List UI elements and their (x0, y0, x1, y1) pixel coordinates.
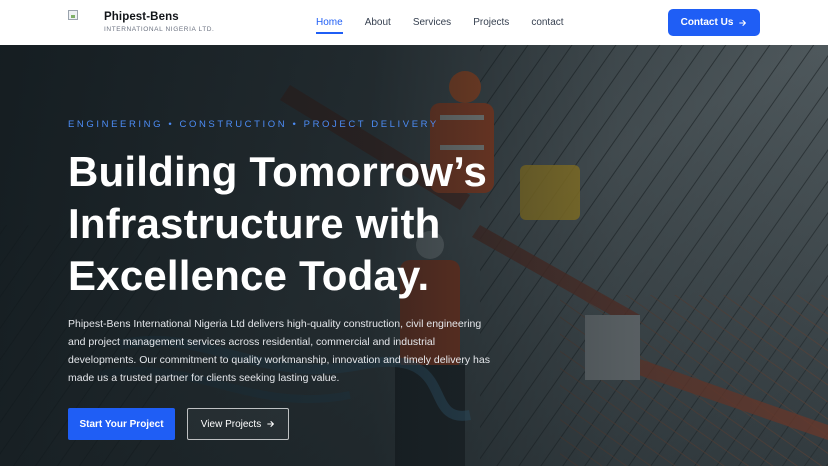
hero-eyebrow: ENGINEERING • CONSTRUCTION • PROJECT DEL… (68, 119, 439, 130)
nav-home[interactable]: Home (316, 0, 343, 45)
nav-services[interactable]: Services (413, 0, 451, 45)
hero-title: Building Tomorrow’s Infrastructure with … (68, 146, 548, 302)
main-nav: Home About Services Projects contact (316, 0, 586, 45)
view-projects-button[interactable]: View Projects (187, 408, 289, 440)
arrow-right-icon (739, 19, 747, 26)
brand[interactable]: Phipest-Bens INTERNATIONAL NIGERIA LTD. (68, 9, 214, 33)
contact-us-button[interactable]: Contact Us (668, 9, 760, 36)
hero-description: Phipest-Bens International Nigeria Ltd d… (68, 318, 490, 384)
hero-title-line-3: Excellence Today. (68, 252, 430, 299)
nav-contact[interactable]: contact (531, 0, 563, 45)
nav-about[interactable]: About (365, 0, 391, 45)
hero-section: ENGINEERING • CONSTRUCTION • PROJECT DEL… (0, 45, 828, 466)
broken-image-icon (68, 10, 78, 20)
contact-us-label: Contact Us (680, 17, 734, 28)
hero-title-line-1: Building Tomorrow’s (68, 148, 488, 195)
start-project-label: Start Your Project (79, 418, 164, 430)
view-projects-label: View Projects (200, 418, 262, 430)
brand-text: Phipest-Bens INTERNATIONAL NIGERIA LTD. (104, 9, 214, 33)
arrow-right-icon (267, 421, 275, 427)
start-project-button[interactable]: Start Your Project (68, 408, 175, 440)
hero-title-line-2: Infrastructure with (68, 200, 441, 247)
brand-subtitle: INTERNATIONAL NIGERIA LTD. (104, 26, 215, 33)
nav-projects[interactable]: Projects (473, 0, 509, 45)
site-header: Phipest-Bens INTERNATIONAL NIGERIA LTD. … (0, 0, 828, 45)
brand-name: Phipest-Bens (104, 11, 179, 23)
